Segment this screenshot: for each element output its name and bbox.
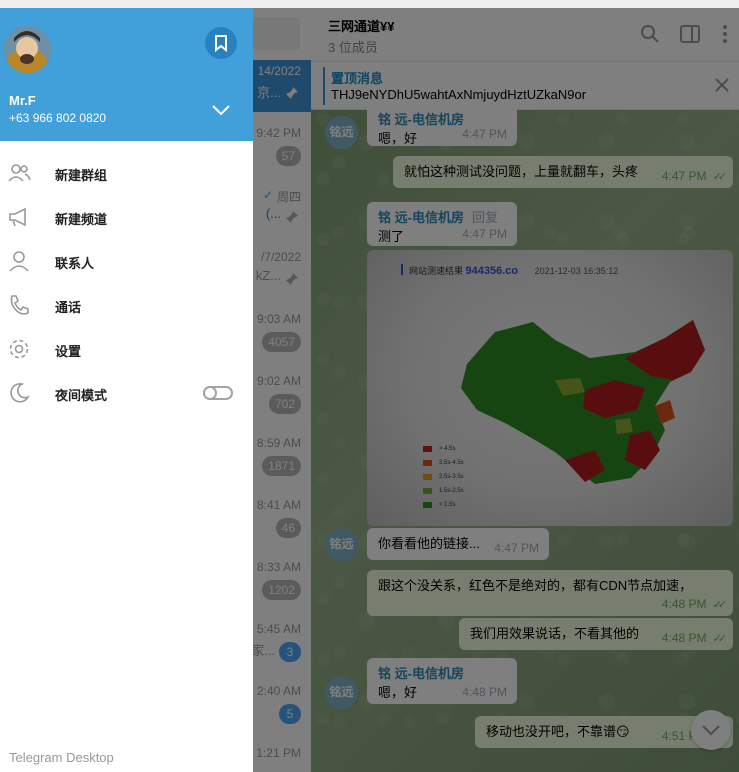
megaphone-icon [9,207,26,227]
night-mode-toggle[interactable] [203,386,233,400]
drawer-header: Mr.F +63 966 802 0820 [0,8,253,141]
drawer-menu: 新建群组 新建频道 联系人 通话 设置 夜间模式 [0,151,253,415]
moon-icon [10,383,30,403]
menu-item-label: 夜间模式 [55,388,108,403]
menu-item-new-group[interactable]: 新建群组 [0,151,253,195]
bookmark-icon [215,35,227,53]
menu-item-label: 新建群组 [55,168,108,183]
group-icon [8,164,31,182]
phone-icon [10,295,29,315]
saved-messages-button[interactable] [205,27,237,59]
menu-item-new-channel[interactable]: 新建频道 [0,195,253,239]
menu-item-settings[interactable]: 设置 [0,327,253,371]
user-phone: +63 966 802 0820 [9,111,107,125]
menu-item-calls[interactable]: 通话 [0,283,253,327]
menu-item-contacts[interactable]: 联系人 [0,239,253,283]
menu-item-label: 通话 [55,300,82,315]
chevron-down-icon[interactable] [209,100,233,120]
toggle-knob [203,386,217,400]
user-avatar-image [4,26,51,73]
gear-icon [9,339,29,359]
menu-item-night-mode[interactable]: 夜间模式 [0,371,253,415]
user-name: Mr.F [9,93,36,108]
app-version-footer[interactable]: Telegram Desktop [9,750,114,765]
menu-item-label: 联系人 [55,256,95,271]
contact-icon [9,251,29,272]
menu-item-label: 设置 [55,344,82,359]
main-menu-drawer: Mr.F +63 966 802 0820 新建群组 新建频道 联系人 通话 设… [0,8,253,772]
menu-item-label: 新建频道 [55,212,108,227]
window-top-strip [0,0,739,8]
avatar[interactable] [4,26,51,73]
